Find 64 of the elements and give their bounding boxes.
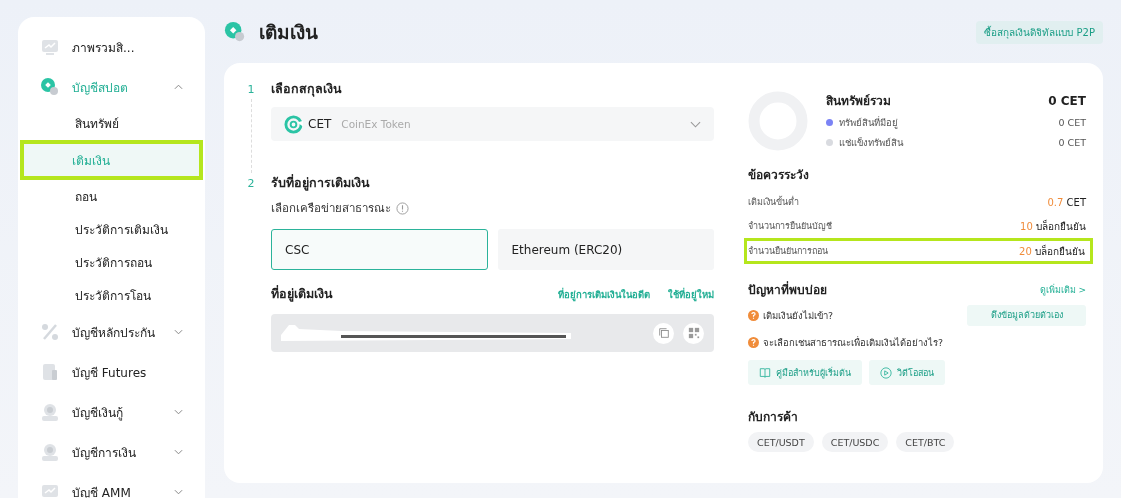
trading-pair-button[interactable]: CET/BTC (896, 432, 955, 452)
network-option[interactable]: CSC (271, 229, 488, 270)
sidebar-label: บัญชีเงินกู้ (72, 404, 124, 422)
trading-pair-button[interactable]: CET/USDC (821, 432, 889, 452)
sidebar-label: บัญชีการเงิน (72, 444, 137, 462)
percent-icon (40, 322, 60, 342)
qr-code-button[interactable] (683, 322, 704, 344)
asset-label: แช่แข็งทรัพย์สิน (839, 136, 903, 150)
document-icon (40, 362, 60, 382)
sidebar-item[interactable]: บัญชีการเงิน (18, 432, 205, 472)
note-value: 20 บล็อกยืนยัน (1019, 243, 1085, 259)
chevron-icon (690, 120, 701, 128)
user-icon (40, 442, 60, 462)
book-icon (759, 366, 771, 379)
sidebar-label: ภาพรวมสิ... (72, 39, 136, 57)
note-label: จำนวนยืนยันการถอน (748, 245, 828, 258)
sidebar-subitem[interactable]: ประวัติการถอน (23, 246, 200, 279)
step-number: 1 (246, 82, 256, 96)
chart-icon (40, 37, 60, 57)
asset-value: 0 CET (1058, 117, 1086, 128)
question-icon (748, 309, 759, 321)
section-title: ข้อควรระวัง (748, 167, 810, 184)
faq-link[interactable]: จะเลือกเชนสาธารณะเพื่อเติมเงินได้อย่างไร? (763, 334, 1086, 350)
sidebar-subitem[interactable]: สินทรัพย์ (23, 107, 200, 140)
sidebar-subitem[interactable]: ประวัติการเติมเงิน (23, 213, 200, 246)
section-title: กับการค้า (748, 409, 799, 426)
step-title: รับที่อยู่การเติมเงิน (271, 173, 370, 193)
network-label: เลือกเครือข่ายสาธารณะ (271, 200, 391, 217)
user-icon (40, 402, 60, 422)
sidebar-item[interactable]: บัญชี Futures (18, 352, 205, 392)
asset-value: 0 CET (1058, 137, 1086, 148)
play-icon (880, 366, 892, 379)
qr-code-icon (687, 327, 700, 339)
copy-icon (657, 327, 670, 339)
coin-icon (224, 21, 246, 43)
sidebar-label: บัญชีหลักประกัน (72, 324, 156, 342)
step-number: 2 (246, 176, 256, 190)
assets-total: 0 CET (1048, 93, 1086, 108)
copy-button[interactable] (653, 322, 674, 344)
assets-title: สินทรัพย์รวม (826, 93, 891, 110)
asset-label: ทรัพย์สินที่มีอยู่ (839, 115, 898, 130)
sidebar-label: บัญชีสปอต (72, 79, 129, 97)
faq-link[interactable]: เติมเงินยังไม่เข้า? (763, 307, 963, 323)
info-icon (396, 201, 409, 215)
sidebar-subitem[interactable]: ถอน (23, 180, 200, 213)
sidebar-item[interactable]: บัญชีหลักประกัน (18, 312, 205, 352)
step-title: เลือกสกุลเงิน (271, 80, 342, 99)
address-label: ที่อยู่เติมเงิน (271, 284, 334, 304)
network-option[interactable]: Ethereum (ERC20) (497, 229, 714, 270)
sidebar-subitem[interactable]: ประวัติการโอน (23, 279, 200, 312)
trading-pair-button[interactable]: CET/USDT (748, 432, 814, 452)
note-label: เติมเงินขั้นต่ำ (748, 195, 799, 209)
note-value: 10 บล็อกยืนยัน (1020, 218, 1086, 234)
page-title: เติมเงิน (259, 20, 319, 45)
sidebar-item[interactable]: ภาพรวมสิ... (18, 27, 205, 67)
currency-select[interactable]: CET CoinEx Token (271, 107, 714, 141)
note-label: จำนวนการยืนยันบัญชี (748, 220, 832, 233)
coin-icon (40, 77, 60, 97)
sidebar-label: บัญชี Futures (72, 364, 148, 382)
sidebar-item[interactable]: บัญชีเงินกู้ (18, 392, 205, 432)
coin-logo-icon (284, 114, 303, 134)
section-title: ปัญหาที่พบบ่อย (748, 280, 827, 299)
question-icon (748, 336, 759, 348)
note-value: 0.7 CET (1047, 196, 1086, 208)
